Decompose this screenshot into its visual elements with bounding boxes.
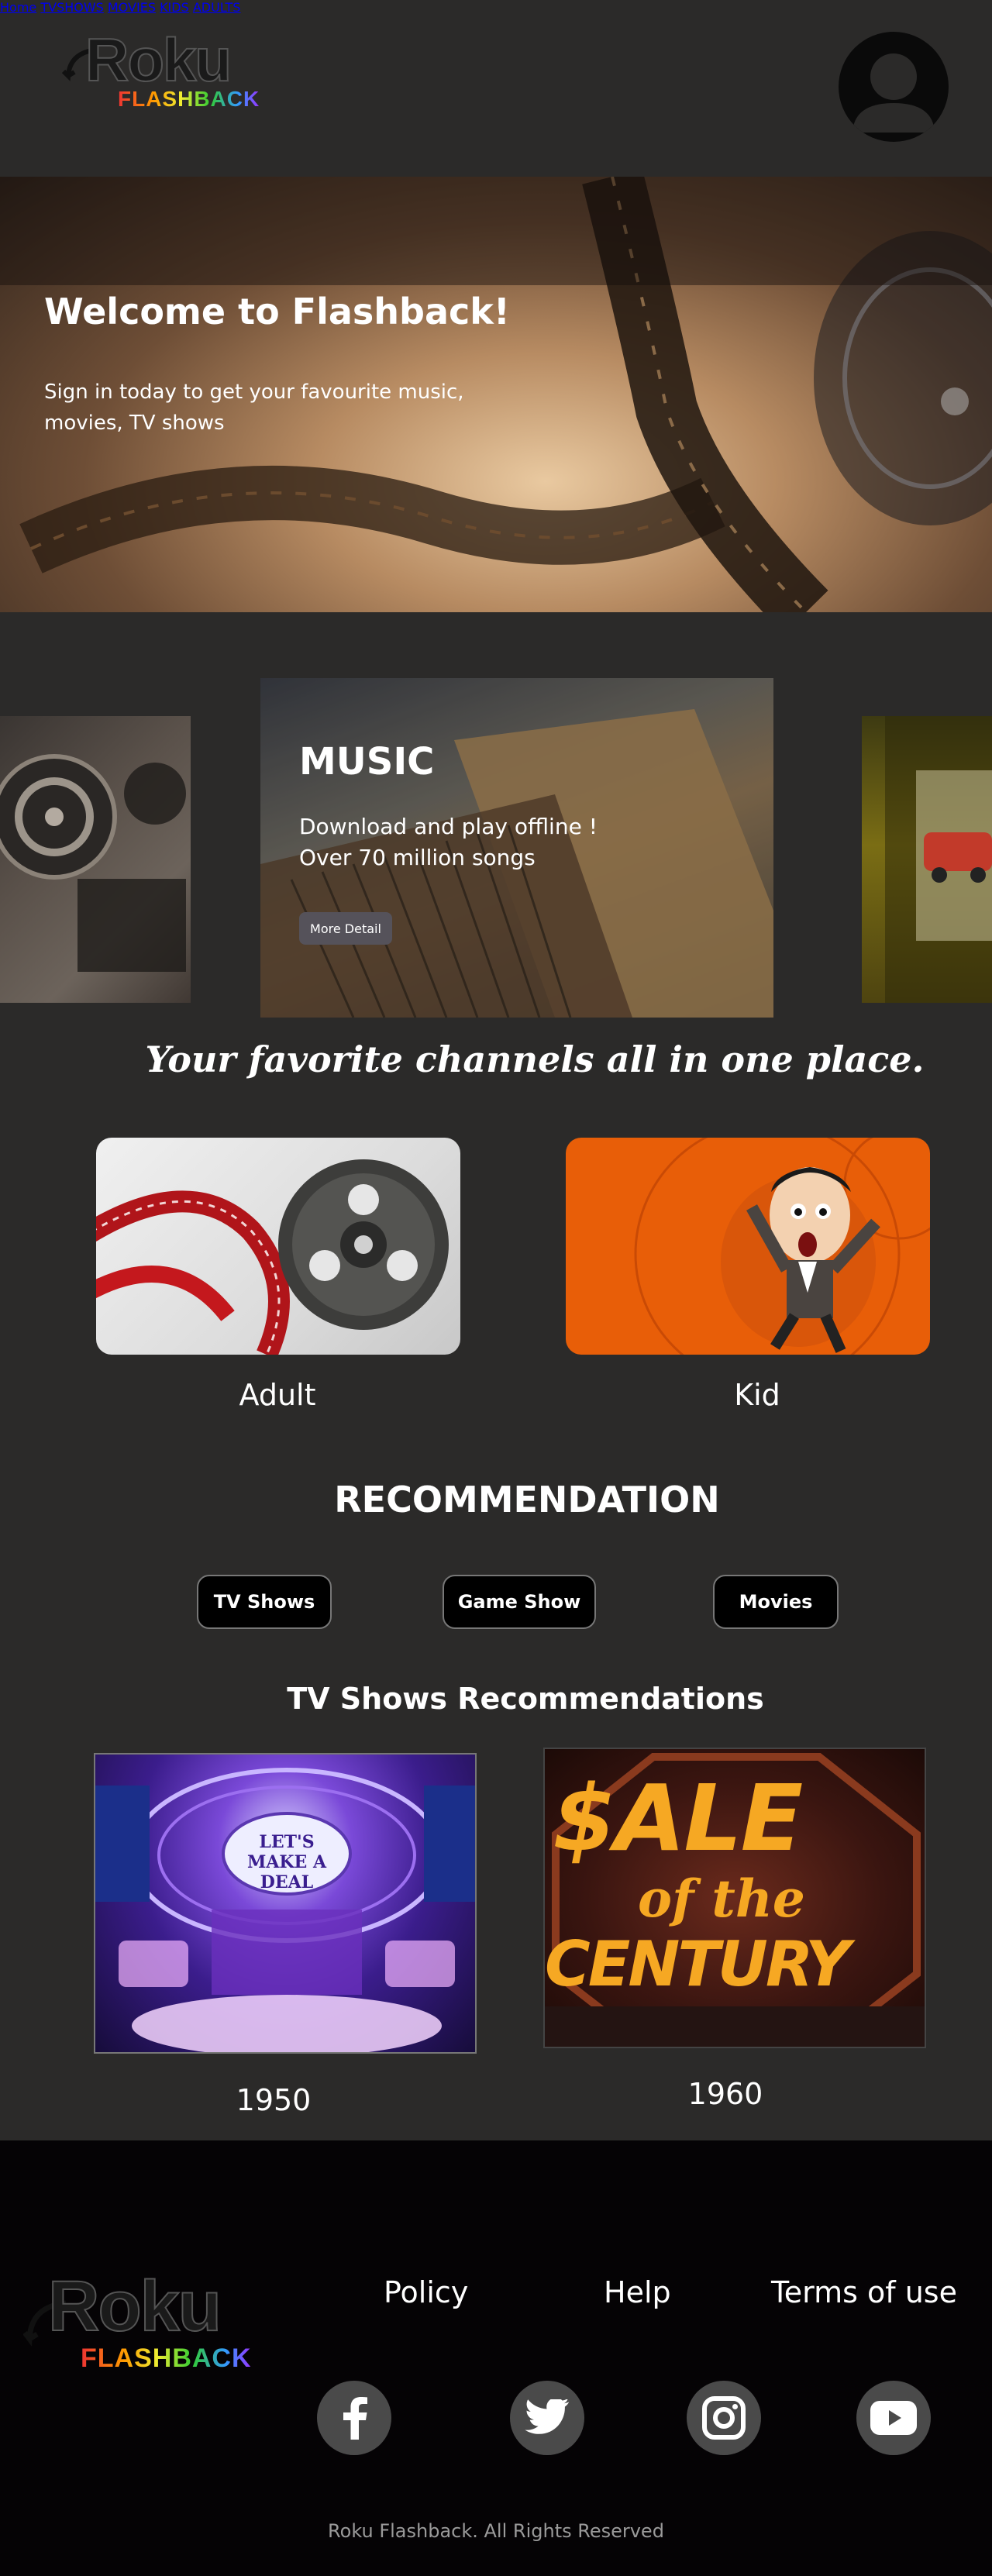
projector-image: [0, 754, 186, 972]
footer-link-terms[interactable]: Terms of use: [771, 2275, 957, 2309]
facebook-icon: [343, 2397, 367, 2440]
film-reel-image: [96, 1159, 449, 1355]
footer-logo-flashback-text: FLASHBACK: [81, 2344, 252, 2373]
tab-movies[interactable]: Movies: [713, 1575, 839, 1629]
category-label-kid: Kid: [734, 1378, 780, 1412]
carousel-title: MUSIC: [299, 740, 435, 783]
footer-logo[interactable]: Roku FLASHBACK: [23, 2267, 271, 2379]
carousel-slide-previous[interactable]: [0, 716, 191, 1003]
show-card-lets-make-a-deal[interactable]: LET'S MAKE A DEAL: [94, 1753, 477, 2054]
youtube-button[interactable]: [856, 2381, 931, 2455]
user-avatar-button[interactable]: [839, 32, 949, 142]
show-poster-line-2: of the: [638, 1868, 805, 1929]
footer-link-help[interactable]: Help: [604, 2275, 671, 2309]
show-card-sale-of-the-century[interactable]: $ALE of the CENTURY: [543, 1748, 926, 2048]
footer-logo-roku-text: Roku: [47, 2267, 222, 2346]
footer-link-policy[interactable]: Policy: [384, 2275, 468, 2309]
cartoon-character-image: [634, 1138, 930, 1355]
channels-tagline: Your favorite channels all in one place.: [145, 1038, 925, 1080]
logo-roku-text: Roku: [84, 26, 232, 94]
nav-movies[interactable]: MOVIES: [108, 0, 156, 15]
carousel-slide-next[interactable]: [862, 716, 992, 1003]
category-card-kid[interactable]: [566, 1138, 930, 1355]
show-year-1950: 1950: [236, 2083, 312, 2117]
vintage-car-image: [885, 716, 992, 1003]
more-detail-button[interactable]: More Detail: [299, 912, 392, 945]
site-header: Roku FLASHBACK Home TVSHOWS MOVIES KIDS …: [0, 0, 992, 177]
user-avatar-icon: [852, 53, 935, 133]
carousel-line-2: Over 70 million songs: [299, 845, 536, 870]
nav-adults[interactable]: ADULTS: [193, 0, 241, 15]
youtube-icon: [870, 2401, 917, 2435]
category-label-adult: Adult: [239, 1378, 316, 1412]
logo-flashback-text: FLASHBACK: [118, 87, 260, 111]
tab-game-show[interactable]: Game Show: [443, 1575, 596, 1629]
carousel-slide-music[interactable]: MUSIC Download and play offline ! Over 7…: [260, 678, 773, 1018]
hero-subtitle: Sign in today to get your favourite musi…: [44, 381, 464, 435]
roku-flashback-logo[interactable]: Roku FLASHBACK: [62, 29, 271, 115]
nav-tvshows[interactable]: TVSHOWS: [40, 0, 103, 15]
nav-home[interactable]: Home: [0, 0, 36, 15]
show-poster-title: LET'S MAKE A DEAL: [246, 1832, 327, 1892]
main-nav: Home TVSHOWS MOVIES KIDS ADULTS: [0, 0, 992, 15]
recommendation-heading: RECOMMENDATION: [334, 1479, 720, 1520]
twitter-icon: [525, 2399, 570, 2434]
show-year-1960: 1960: [687, 2077, 763, 2111]
instagram-button[interactable]: [687, 2381, 761, 2455]
carousel-description: Download and play offline ! Over 70 mill…: [299, 811, 656, 873]
twitter-button[interactable]: [510, 2381, 584, 2455]
tv-shows-recommendations-heading: TV Shows Recommendations: [287, 1682, 764, 1716]
copyright-text: Roku Flashback. All Rights Reserved: [328, 2520, 664, 2542]
show-poster-line-3: CENTURY: [545, 1928, 850, 2000]
tab-tv-shows[interactable]: TV Shows: [197, 1575, 332, 1629]
nav-kids[interactable]: KIDS: [160, 0, 189, 15]
facebook-button[interactable]: [317, 2381, 391, 2455]
carousel-line-1: Download and play offline !: [299, 814, 598, 839]
instagram-icon: [702, 2396, 746, 2440]
game-show-stage-image: [95, 1768, 475, 2052]
hero-title: Welcome to Flashback!: [44, 291, 510, 332]
show-poster-line-1: $ALE: [553, 1765, 803, 1872]
hero-banner: Welcome to Flashback! Sign in today to g…: [0, 177, 992, 612]
category-card-adult[interactable]: [96, 1138, 460, 1355]
